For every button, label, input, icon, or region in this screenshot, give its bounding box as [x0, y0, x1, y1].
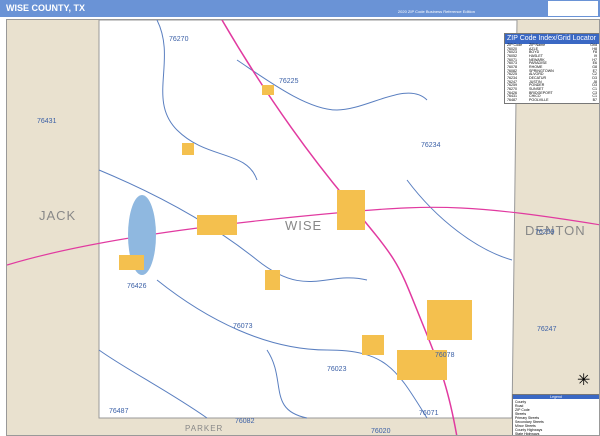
map-title: WISE COUNTY, TX: [6, 3, 86, 13]
zip-label: 76073: [233, 323, 253, 330]
zip-label: 76487: [109, 408, 129, 415]
county-label-parker: PARKER: [185, 424, 224, 433]
legend-item: State Highways: [515, 432, 540, 436]
map-canvas[interactable]: WISE JACK DENTON PARKER 76270 76225 7643…: [6, 19, 600, 436]
county-label-wise: WISE: [285, 218, 323, 233]
compass-rose-icon: ✳: [577, 372, 591, 389]
zip-label: 76426: [127, 283, 147, 290]
header-bar: WISE COUNTY, TX 2020 ZIP Code Business R…: [0, 0, 600, 17]
index-cell: 76487: [507, 97, 517, 102]
index-cell: B7: [592, 97, 597, 102]
zip-label: 76071: [419, 410, 439, 417]
zip-label: 76225: [279, 78, 299, 85]
zip-label: 76023: [327, 366, 347, 373]
zip-label: 76259: [535, 229, 555, 236]
brand-logo: [548, 1, 598, 16]
zip-label: 76270: [169, 36, 189, 43]
zip-label: 76082: [235, 418, 255, 425]
zip-index-table: ZIP Code Index/Grid Locator ZIP Code ZIP …: [504, 33, 599, 104]
zip-label: 76431: [37, 118, 57, 125]
index-row: 76487 POOLVILLE B7: [505, 97, 599, 103]
zip-label: 76078: [435, 352, 455, 359]
zip-label: 76020: [371, 428, 391, 435]
zip-label: 76234: [421, 142, 441, 149]
index-cell: POOLVILLE: [529, 97, 549, 102]
edition-label: 2020 ZIP Code Business Reference Edition: [397, 9, 475, 14]
county-label-jack: JACK: [39, 208, 77, 223]
map-legend: Legend County Road ZIP Code Streets Primary …: [512, 394, 599, 436]
zip-label: 76247: [537, 326, 557, 333]
